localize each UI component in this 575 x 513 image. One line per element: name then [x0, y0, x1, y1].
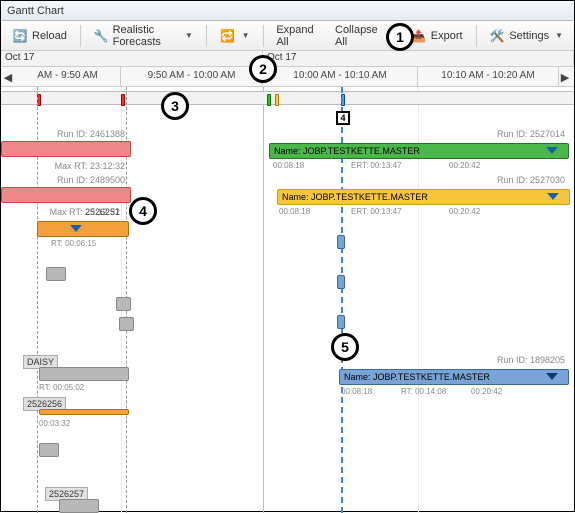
task-bar[interactable] — [59, 499, 99, 513]
task-bar[interactable] — [116, 297, 131, 311]
date-cell-left: Oct 17 — [1, 51, 263, 67]
run-id-label: Run ID: 2527030 — [401, 175, 571, 185]
scroll-right-button[interactable]: ▶ — [558, 69, 572, 85]
chevron-down-icon: ▼ — [185, 31, 193, 40]
collapse-label: Collapse All — [335, 24, 380, 48]
timeline-ruler[interactable] — [1, 91, 574, 105]
task-bar[interactable] — [39, 409, 129, 415]
max-rt-label: Max RT: 23:12:32 — [1, 161, 131, 171]
reload-icon: 🔄 — [12, 28, 28, 44]
chevron-down-icon: ▼ — [242, 31, 250, 40]
run-id-label: Run ID: 2527014 — [401, 129, 571, 139]
task-bar[interactable] — [119, 317, 134, 331]
task-bar[interactable] — [37, 221, 129, 237]
reload-button[interactable]: 🔄 Reload — [5, 25, 74, 47]
callout-2: 2 — [249, 55, 277, 83]
rt-label: RT: 00:06:15 — [51, 239, 96, 248]
task-bar[interactable] — [46, 267, 66, 281]
separator — [263, 25, 264, 47]
start-time: 00:08:18 — [273, 161, 304, 170]
triangle-icon — [546, 147, 558, 154]
job-name: Name: JOBP.TESTKETTE.MASTER — [282, 192, 428, 202]
time-header: Oct 17 Oct 17 ◀ AM - 9:50 AM 9:50 AM - 1… — [1, 51, 574, 87]
callout-1: 1 — [386, 23, 414, 51]
rt-label: 00:03:32 — [39, 419, 70, 428]
progress-marker[interactable] — [337, 315, 345, 329]
start-time: 00:08:18 — [279, 207, 310, 216]
time-slot-3: 10:00 AM - 10:10 AM — [263, 67, 418, 87]
marker-tick[interactable] — [267, 94, 271, 106]
scroll-left-button[interactable]: ◀ — [1, 69, 15, 85]
ert-label: ERT: 00:13:47 — [351, 207, 402, 216]
end-time: 00:20:42 — [471, 387, 502, 396]
expand-label: Expand All — [276, 24, 317, 48]
gantt-chart-area: 4 Run ID: 2461388 Max RT: 23:12:32 Run I… — [1, 87, 574, 513]
refresh-menu-button[interactable]: 🔁 ▼ — [213, 25, 257, 47]
task-id-label: 2526251 — [51, 207, 126, 217]
gear-icon: 🛠️ — [489, 28, 505, 44]
task-bar[interactable] — [1, 141, 131, 157]
separator — [80, 25, 81, 47]
chevron-down-icon: ▼ — [555, 31, 563, 40]
toolbar: 🔄 Reload 🔧 Realistic Forecasts ▼ 🔁 ▼ Exp… — [1, 21, 574, 51]
callout-small-4: 4 — [336, 111, 350, 125]
rt-label: RT: 00:05:02 — [39, 383, 84, 392]
reload-label: Reload — [32, 30, 67, 42]
job-bar-yellow[interactable]: Name: JOBP.TESTKETTE.MASTER — [277, 189, 570, 205]
progress-marker[interactable] — [337, 275, 345, 289]
job-name: Name: JOBP.TESTKETTE.MASTER — [274, 146, 420, 156]
callout-4: 4 — [129, 197, 157, 225]
time-slot-4: 10:10 AM - 10:20 AM — [418, 67, 559, 87]
task-bar[interactable] — [39, 443, 59, 457]
task-bar[interactable] — [39, 367, 129, 381]
job-name: Name: JOBP.TESTKETTE.MASTER — [344, 372, 490, 382]
marker-tick[interactable] — [121, 94, 125, 106]
rt-label: RT: 00:14:08 — [401, 387, 446, 396]
triangle-icon — [546, 373, 558, 380]
callout-3: 3 — [161, 92, 189, 120]
job-bar-blue[interactable]: Name: JOBP.TESTKETTE.MASTER — [339, 369, 569, 385]
triangle-icon — [547, 193, 559, 200]
settings-button[interactable]: 🛠️ Settings ▼ — [482, 25, 570, 47]
time-slot-2: 9:50 AM - 10:00 AM — [121, 67, 263, 87]
start-time: 00:08:18 — [341, 387, 372, 396]
run-id-label: Run ID: 1898205 — [401, 355, 571, 365]
gridline — [263, 87, 264, 513]
collapse-all-button[interactable]: Collapse All — [328, 21, 387, 51]
forecasts-button[interactable]: 🔧 Realistic Forecasts ▼ — [87, 21, 200, 51]
expand-all-button[interactable]: Expand All — [269, 21, 324, 51]
run-id-label: Run ID: 2489500 — [1, 175, 131, 185]
forecast-icon: 🔧 — [94, 28, 109, 44]
callout-5: 5 — [331, 333, 359, 361]
export-label: Export — [431, 30, 463, 42]
title-text: Gantt Chart — [7, 5, 64, 17]
ert-label: ERT: 00:13:47 — [351, 161, 402, 170]
marker-tick[interactable] — [275, 94, 279, 106]
job-bar-green[interactable]: Name: JOBP.TESTKETTE.MASTER — [269, 143, 569, 159]
run-id-label: Run ID: 2461388 — [1, 129, 131, 139]
end-time: 00:20:42 — [449, 207, 480, 216]
forecasts-label: Realistic Forecasts — [113, 24, 179, 48]
time-slot-1: AM - 9:50 AM — [15, 67, 121, 87]
separator — [206, 25, 207, 47]
end-time: 00:20:42 — [449, 161, 480, 170]
settings-label: Settings — [509, 30, 549, 42]
date-cell-right: Oct 17 — [263, 51, 574, 67]
task-bar[interactable] — [1, 187, 131, 203]
gear-refresh-icon: 🔁 — [220, 28, 236, 44]
window-title: Gantt Chart — [1, 1, 574, 21]
triangle-icon — [70, 225, 82, 232]
progress-marker[interactable] — [337, 235, 345, 249]
separator — [476, 25, 477, 47]
